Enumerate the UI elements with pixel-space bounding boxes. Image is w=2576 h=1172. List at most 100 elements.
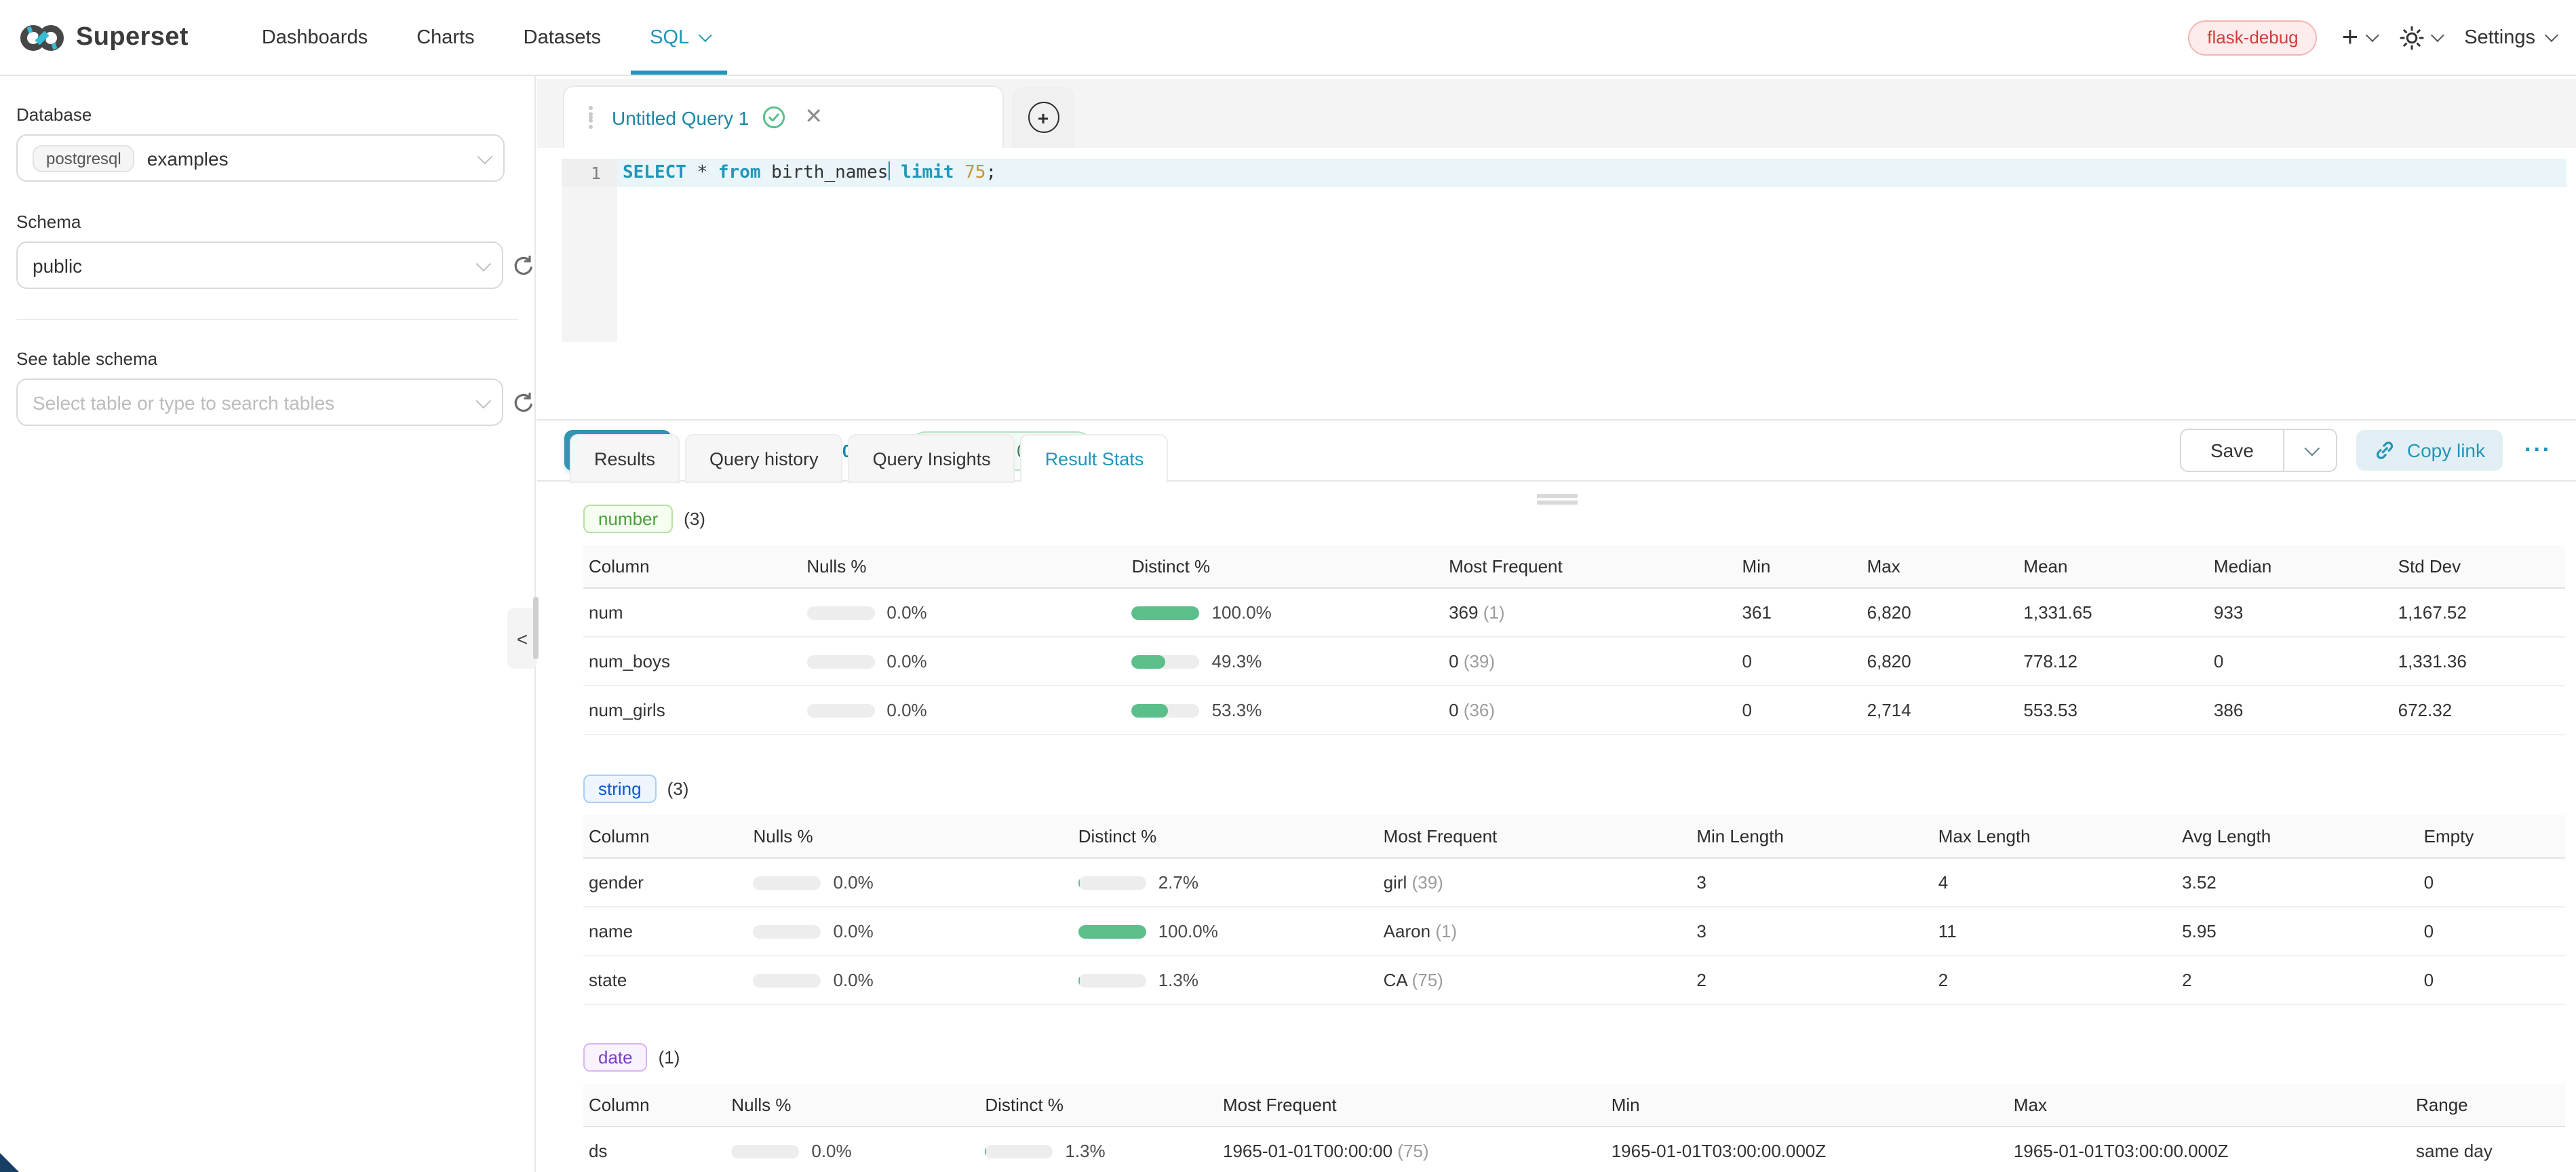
schema-select[interactable]: public [16, 241, 503, 289]
stats-cell: 0.0% [801, 588, 1126, 637]
stats-cell: 2 [1933, 956, 2177, 1004]
new-query-tab-button[interactable]: + [1028, 102, 1059, 133]
column-header[interactable]: Mean [2018, 545, 2208, 588]
nav-item-datasets[interactable]: Datasets [505, 0, 620, 75]
refresh-schemas-button[interactable] [513, 254, 534, 276]
chevron-down-icon [699, 28, 712, 42]
close-tab-icon[interactable]: ✕ [804, 106, 823, 128]
result-stats-content: number(3)ColumnNulls %Distinct %Most Fre… [537, 505, 2576, 1172]
schema-value: public [33, 254, 82, 276]
tab-query-insights[interactable]: Query Insights [848, 434, 1015, 483]
stats-cell: gender [583, 858, 748, 907]
chevron-down-icon [2430, 28, 2444, 42]
top-navbar: Superset Dashboards Charts Datasets SQL … [0, 0, 2576, 76]
stats-cell: 6,820 [1862, 637, 2018, 686]
sql-token: from [718, 163, 761, 183]
column-header[interactable]: Median [2208, 545, 2393, 588]
column-header[interactable]: Distinct % [979, 1084, 1217, 1127]
stats-cell: 2.7% [1073, 858, 1378, 907]
stats-row: name0.0%100.0%Aaron (1)3115.950 [583, 907, 2565, 956]
column-header[interactable]: Avg Length [2177, 815, 2418, 858]
sql-token: * [686, 163, 718, 183]
column-header[interactable]: Column [583, 545, 801, 588]
column-header[interactable]: Max Length [1933, 815, 2177, 858]
sql-token: limit [891, 163, 954, 183]
stats-cell: 1965-01-01T03:00:00.000Z [2008, 1127, 2411, 1172]
column-header[interactable]: Empty [2419, 815, 2565, 858]
database-select[interactable]: postgresql examples [16, 134, 505, 182]
query-tab[interactable]: Untitled Query 1 ✕ [563, 85, 1004, 148]
type-count: (1) [659, 1047, 680, 1068]
stats-row: gender0.0%2.7%girl (39)343.520 [583, 858, 2565, 907]
nav-item-charts[interactable]: Charts [397, 0, 493, 75]
stats-cell: 3.52 [2177, 858, 2418, 907]
stats-row: state0.0%1.3%CA (75)2220 [583, 956, 2565, 1004]
sql-token: ; [985, 163, 996, 183]
navbar-right: flask-debug + Settings [2188, 20, 2554, 55]
percent-bar [806, 655, 874, 669]
column-header[interactable]: Max [1862, 545, 2018, 588]
new-item-menu[interactable]: + [2342, 23, 2375, 52]
stats-cell: 2 [1691, 956, 1932, 1004]
column-header[interactable]: Column [583, 1084, 726, 1127]
percent-bar [731, 1145, 799, 1158]
nav-item-dashboards[interactable]: Dashboards [243, 0, 387, 75]
table-schema-label: See table schema [16, 349, 534, 369]
sql-token: 75 [964, 163, 985, 183]
superset-logo[interactable]: Superset [19, 22, 189, 52]
column-header[interactable]: Column [583, 815, 748, 858]
stats-cell: 0.0% [726, 1127, 979, 1172]
line-number: 1 [562, 159, 617, 187]
tab-results[interactable]: Results [570, 434, 680, 483]
stats-cell: num_girls [583, 686, 801, 735]
column-header[interactable]: Min [1737, 545, 1862, 588]
stats-cell: 1.3% [1073, 956, 1378, 1004]
sql-code-editor[interactable]: 1 SELECT * from birth_names limit 75; [537, 148, 2576, 419]
panel-scrollbar[interactable] [533, 597, 539, 659]
results-tabbar: Results Query history Query Insights Res… [570, 434, 2576, 483]
refresh-tables-button[interactable] [513, 391, 534, 413]
column-header[interactable]: Max [2008, 1084, 2411, 1127]
sql-code-line[interactable]: SELECT * from birth_names limit 75; [623, 161, 996, 183]
column-header[interactable]: Min Length [1691, 815, 1932, 858]
column-header[interactable]: Distinct % [1127, 545, 1444, 588]
stats-cell: 369 (1) [1443, 588, 1736, 637]
stats-cell: 0 [1737, 637, 1862, 686]
stats-cell: 3 [1691, 858, 1932, 907]
column-header[interactable]: Std Dev [2393, 545, 2565, 588]
stats-cell: 100.0% [1073, 907, 1378, 956]
column-header[interactable]: Distinct % [1073, 815, 1378, 858]
percent-bar [754, 974, 821, 988]
drag-handle-icon[interactable] [589, 115, 593, 119]
settings-menu[interactable]: Settings [2464, 26, 2554, 48]
tab-query-history[interactable]: Query history [685, 434, 843, 483]
stats-cell: girl (39) [1378, 858, 1692, 907]
column-header[interactable]: Min [1606, 1084, 2008, 1127]
stats-cell: name [583, 907, 748, 956]
column-header[interactable]: Most Frequent [1217, 1084, 1606, 1127]
sql-token: birth_names [761, 163, 889, 183]
percent-bar [1078, 876, 1146, 890]
stats-cell: 0.0% [801, 686, 1126, 735]
stats-cell: CA (75) [1378, 956, 1692, 1004]
type-count: (3) [667, 779, 689, 799]
main-nav: Dashboards Charts Datasets SQL [243, 0, 727, 75]
table-select[interactable]: Select table or type to search tables [16, 378, 503, 426]
nav-item-sql[interactable]: SQL [631, 0, 727, 75]
column-header[interactable]: Nulls % [801, 545, 1126, 588]
stats-table: ColumnNulls %Distinct %Most FrequentMin … [583, 815, 2565, 1005]
column-header[interactable]: Most Frequent [1443, 545, 1736, 588]
percent-bar [985, 1145, 1053, 1158]
stats-cell: 49.3% [1127, 637, 1444, 686]
column-header[interactable]: Nulls % [748, 815, 1073, 858]
stats-cell: 0 [2419, 907, 2565, 956]
stats-cell: num_boys [583, 637, 801, 686]
column-header[interactable]: Nulls % [726, 1084, 979, 1127]
add-tab-tile: + [1012, 87, 1074, 148]
tab-result-stats[interactable]: Result Stats [1021, 434, 1169, 483]
theme-menu[interactable] [2399, 25, 2440, 50]
column-header[interactable]: Most Frequent [1378, 815, 1692, 858]
stats-cell: 933 [2208, 588, 2393, 637]
type-count: (3) [684, 509, 705, 529]
column-header[interactable]: Range [2411, 1084, 2565, 1127]
